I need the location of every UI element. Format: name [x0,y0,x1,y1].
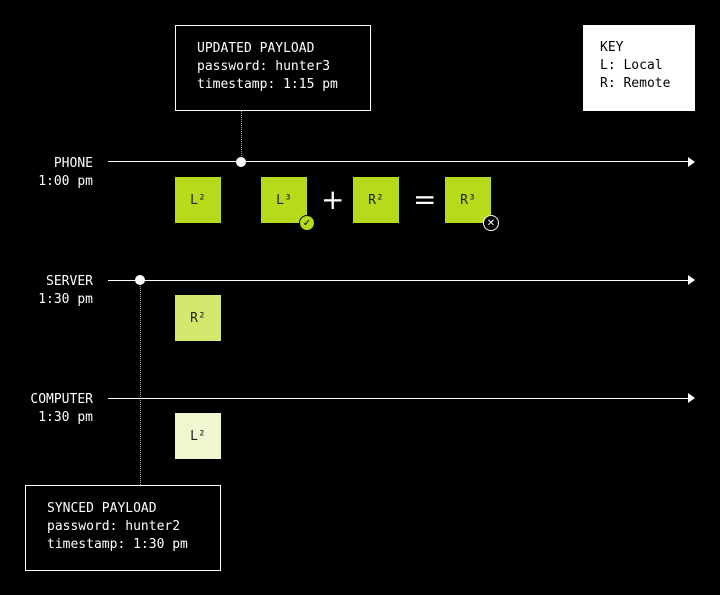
server-arrow-icon [688,275,695,285]
plus-sign: + [321,183,345,216]
computer-timeline [108,398,688,399]
computer-time: 1:30 pm [38,410,93,425]
server-label: SERVER 1:30 pm [38,273,93,309]
phone-name: PHONE [53,156,93,171]
phone-arrow-icon [688,157,695,167]
phone-connector [241,110,242,162]
server-event-dot [135,275,145,285]
server-timeline [108,280,688,281]
computer-label: COMPUTER 1:30 pm [30,391,93,427]
phone-time: 1:00 pm [38,174,93,189]
computer-name: COMPUTER [30,392,93,407]
updated-timestamp: timestamp: 1:15 pm [197,77,338,92]
server-connector [140,282,141,485]
x-circle-icon: ✕ [483,215,499,231]
phone-label: PHONE 1:00 pm [38,155,93,191]
phone-event-dot [236,157,246,167]
server-time: 1:30 pm [38,292,93,307]
phone-tile-r3: R³ [445,177,491,223]
equals-sign: = [413,183,437,216]
updated-password: password: hunter3 [197,59,331,74]
updated-payload-box: UPDATED PAYLOAD password: hunter3 timestam… [175,25,371,111]
synced-timestamp: timestamp: 1:30 pm [47,537,188,552]
check-circle-icon: ✓ [299,215,315,231]
synced-password: password: hunter2 [47,519,181,534]
phone-tile-l2: L² [175,177,221,223]
key-title: KEY [600,40,624,55]
key-box: KEY L: Local R: Remote [583,25,695,111]
phone-tile-r2: R² [353,177,399,223]
server-name: SERVER [46,274,93,289]
key-local: L: Local [600,58,663,73]
key-remote: R: Remote [600,76,671,91]
computer-arrow-icon [688,393,695,403]
synced-payload-box: SYNCED PAYLOAD password: hunter2 timestamp… [25,485,221,571]
computer-tile-l2: L² [175,413,221,459]
phone-tile-l3: L³ [261,177,307,223]
synced-payload-title: SYNCED PAYLOAD [47,501,157,516]
server-tile-r2: R² [175,295,221,341]
phone-timeline [108,161,688,162]
updated-payload-title: UPDATED PAYLOAD [197,41,315,56]
